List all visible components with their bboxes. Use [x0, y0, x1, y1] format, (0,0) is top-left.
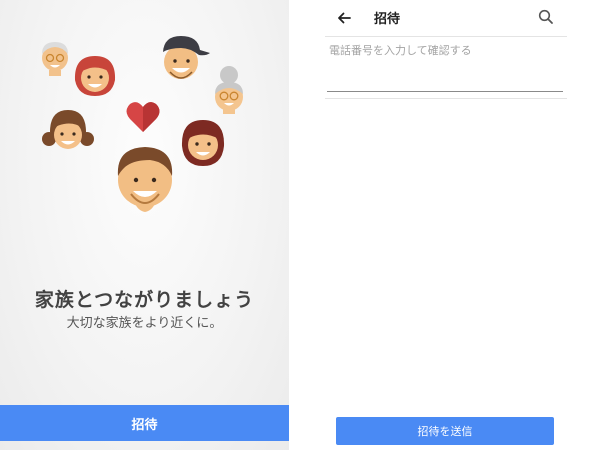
divider	[325, 36, 567, 37]
woman-red-hair-avatar	[74, 56, 116, 96]
send-invite-button[interactable]: 招待を送信	[336, 417, 554, 445]
girl-curly-hair-avatar	[42, 110, 94, 149]
arrow-left-icon[interactable]	[335, 9, 353, 27]
app-bar: 招待	[305, 0, 593, 36]
grandmother-avatar	[215, 66, 243, 114]
screen-divider	[289, 0, 305, 450]
family-illustration	[42, 36, 243, 212]
onboarding-screen: 家族とつながりましょう 大切な家族をより近くに。 招待	[0, 0, 289, 450]
divider	[325, 98, 567, 99]
woman-dark-hair-avatar	[181, 120, 225, 166]
heart-icon	[126, 102, 160, 132]
onboarding-subline: 大切な家族をより近くに。	[66, 316, 223, 331]
page-title: 招待	[374, 12, 401, 27]
grandfather-avatar	[42, 42, 68, 76]
man-with-cap-avatar	[163, 36, 210, 79]
onboarding-headline: 家族とつながりましょう	[34, 289, 255, 311]
search-icon[interactable]	[537, 8, 555, 26]
invite-screen: 招待 招待を送信	[305, 0, 593, 450]
young-man-avatar	[117, 147, 173, 212]
phone-number-input[interactable]	[327, 42, 563, 92]
invite-button[interactable]: 招待	[0, 405, 289, 441]
